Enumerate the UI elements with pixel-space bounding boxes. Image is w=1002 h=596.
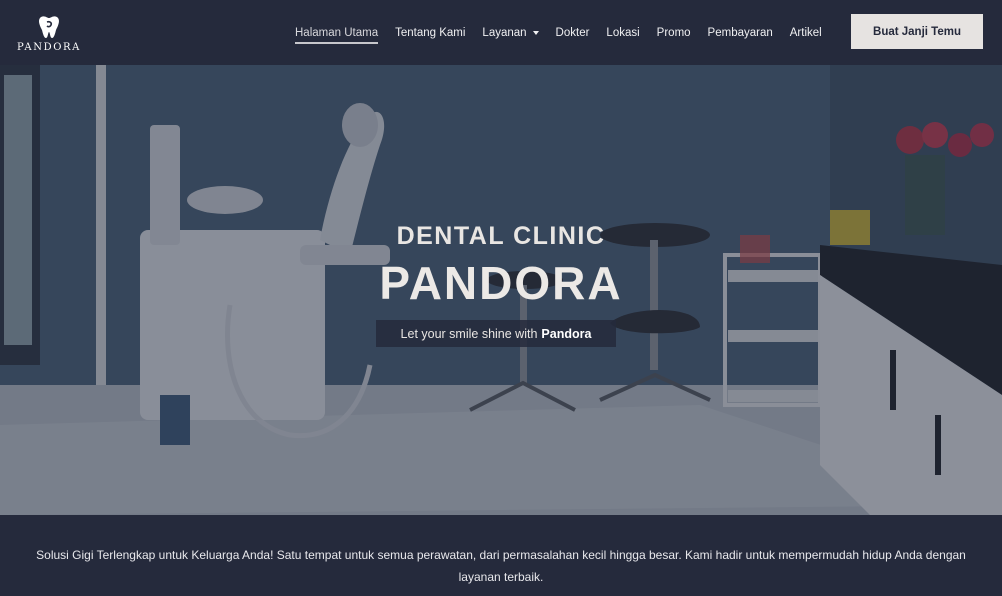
- hero-tagline: Let your smile shine with Pandora: [376, 320, 616, 347]
- intro-section: Solusi Gigi Terlengkap untuk Keluarga An…: [0, 515, 1002, 596]
- nav-item-promo[interactable]: Promo: [657, 0, 691, 65]
- logo[interactable]: PANDORA: [14, 14, 84, 56]
- nav-item-layanan-label: Layanan: [482, 26, 527, 39]
- chevron-down-icon: [532, 30, 539, 35]
- main-nav: Halaman Utama Tentang Kami Layanan Dokte…: [295, 0, 839, 65]
- nav-item-artikel[interactable]: Artikel: [790, 0, 822, 65]
- nav-item-dokter[interactable]: Dokter: [556, 0, 590, 65]
- intro-text: Solusi Gigi Terlengkap untuk Keluarga An…: [36, 548, 966, 584]
- nav-item-lokasi[interactable]: Lokasi: [606, 0, 639, 65]
- book-appointment-button[interactable]: Buat Janji Temu: [851, 14, 983, 49]
- nav-item-pembayaran[interactable]: Pembayaran: [708, 0, 773, 65]
- hero-section: DENTAL CLINIC PANDORA Let your smile shi…: [0, 65, 1002, 515]
- hero-title: PANDORA: [379, 257, 623, 309]
- nav-item-layanan[interactable]: Layanan: [482, 0, 539, 65]
- brand-name: PANDORA: [17, 42, 81, 53]
- tagline-brand: Pandora: [541, 326, 592, 341]
- tagline-text: Let your smile shine with: [400, 326, 538, 341]
- site-header: PANDORA Halaman Utama Tentang Kami Layan…: [0, 0, 1002, 65]
- tooth-logo-icon: [39, 16, 59, 38]
- hero-subtitle: DENTAL CLINIC: [396, 222, 606, 250]
- nav-item-tentang-kami[interactable]: Tentang Kami: [395, 0, 465, 65]
- nav-item-halaman-utama[interactable]: Halaman Utama: [295, 0, 379, 65]
